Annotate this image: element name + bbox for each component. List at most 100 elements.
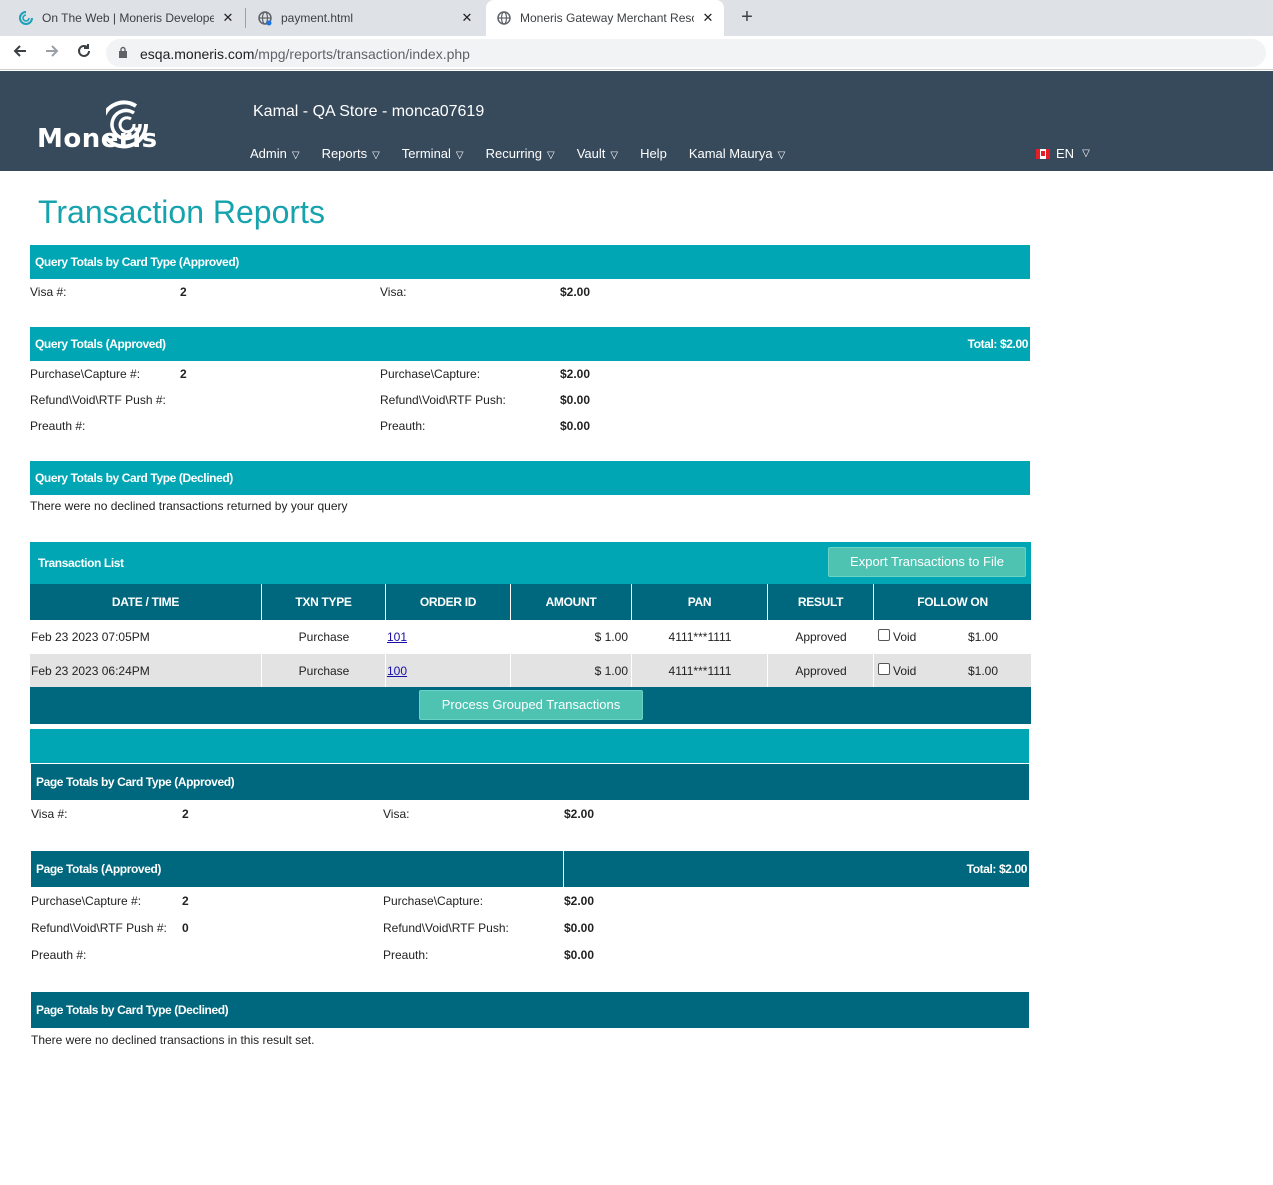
field-label: Visa #: bbox=[31, 807, 68, 821]
nav-vault[interactable]: Vault ▽ bbox=[577, 146, 618, 161]
url-text: esqa.moneris.com/mpg/reports/transaction… bbox=[140, 46, 470, 62]
cell-result: Approved bbox=[795, 629, 847, 644]
logo-text: Moneris bbox=[37, 124, 158, 154]
field-label: Refund\Void\RTF Push: bbox=[380, 393, 506, 407]
section-total: Total: $2.00 bbox=[966, 862, 1028, 876]
export-transactions-button[interactable]: Export Transactions to File bbox=[828, 547, 1026, 577]
section-title: Query Totals by Card Type (Declined) bbox=[35, 471, 233, 485]
column-header[interactable]: RESULT bbox=[768, 584, 874, 620]
nav-label: Admin bbox=[250, 146, 287, 161]
dropdown-triangle-icon: ▽ bbox=[372, 150, 380, 161]
void-checkbox[interactable] bbox=[878, 628, 890, 641]
site-header: Moneris Kamal - QA Store - monca07619 Ad… bbox=[0, 71, 1273, 171]
query-card-declined-header: Query Totals by Card Type (Declined) bbox=[30, 461, 1030, 495]
field-value: 2 bbox=[182, 894, 189, 908]
void-checkbox[interactable] bbox=[878, 662, 890, 675]
table-row: Feb 23 2023 07:05PM Purchase 101 $ 1.00 … bbox=[30, 620, 1031, 653]
cell-pan: 4111***1111 bbox=[668, 629, 732, 644]
void-label: Void bbox=[893, 663, 917, 678]
field-value: $0.00 bbox=[560, 419, 591, 433]
cell-datetime: Feb 23 2023 06:24PM bbox=[31, 663, 150, 678]
void-label: Void bbox=[893, 629, 917, 644]
field-value: $0.00 bbox=[560, 393, 591, 407]
nav-label: Vault bbox=[576, 146, 606, 161]
field-label: Preauth #: bbox=[31, 948, 87, 962]
header-divider bbox=[563, 851, 564, 887]
back-arrow-icon[interactable] bbox=[10, 42, 30, 65]
tab-close-icon[interactable]: ✕ bbox=[459, 10, 475, 26]
globe-icon bbox=[257, 10, 273, 26]
pagination-strip bbox=[30, 729, 1029, 763]
query-card-approved-header: Query Totals by Card Type (Approved) bbox=[30, 245, 1030, 279]
field-label: Preauth #: bbox=[30, 419, 86, 433]
dropdown-triangle-icon: ▽ bbox=[455, 150, 464, 161]
column-header[interactable]: TXN TYPE bbox=[262, 584, 386, 620]
field-value: $2.00 bbox=[564, 807, 595, 821]
cell-order-id: 101 bbox=[386, 620, 407, 653]
field-value: $2.00 bbox=[564, 894, 595, 908]
order-id-link[interactable]: 100 bbox=[387, 664, 407, 678]
table-header: DATE / TIME TXN TYPE ORDER ID AMOUNT PAN… bbox=[30, 584, 1031, 620]
language-selector[interactable]: EN ▽ bbox=[1036, 146, 1090, 161]
column-header[interactable]: ORDER ID bbox=[386, 584, 511, 620]
nav-user-menu[interactable]: Kamal Maurya ▽ bbox=[689, 146, 786, 161]
column-header[interactable]: FOLLOW ON bbox=[874, 584, 1031, 620]
page-totals-approved-header: Page Totals (Approved) Total: $2.00 bbox=[31, 851, 1029, 887]
cell-result: Approved bbox=[795, 663, 847, 678]
tab-close-icon[interactable]: ✕ bbox=[220, 10, 236, 26]
column-header[interactable]: PAN bbox=[632, 584, 768, 620]
column-header[interactable]: AMOUNT bbox=[511, 584, 632, 620]
nav-label: Kamal Maurya bbox=[688, 146, 773, 161]
cell-order-id: 100 bbox=[386, 654, 407, 687]
section-total: Total: $2.00 bbox=[967, 337, 1029, 351]
tab-title: payment.html bbox=[281, 11, 354, 25]
nav-recurring[interactable]: Recurring ▽ bbox=[486, 146, 555, 161]
browser-toolbar: esqa.moneris.com/mpg/reports/transaction… bbox=[0, 36, 1273, 70]
nav-terminal[interactable]: Terminal ▽ bbox=[402, 146, 464, 161]
field-value: $2.00 bbox=[560, 285, 591, 299]
nav-admin[interactable]: Admin ▽ bbox=[250, 146, 300, 161]
lock-icon bbox=[118, 46, 128, 58]
field-value: $0.00 bbox=[564, 948, 595, 962]
reload-icon[interactable] bbox=[74, 42, 94, 65]
globe-icon bbox=[496, 10, 512, 26]
browser-tab-3[interactable]: Moneris Gateway Merchant Reso ✕ bbox=[486, 0, 724, 36]
canada-flag-icon bbox=[1036, 148, 1050, 159]
column-header[interactable]: DATE / TIME bbox=[30, 584, 262, 620]
field-value: 0 bbox=[182, 921, 189, 935]
order-id-link[interactable]: 101 bbox=[387, 630, 407, 644]
forward-arrow-icon[interactable] bbox=[42, 42, 62, 65]
cell-follow-on: Void bbox=[878, 654, 916, 687]
cell-follow-amount: $1.00 bbox=[968, 629, 999, 644]
browser-tab-1[interactable]: On The Web | Moneris Developer ✕ bbox=[10, 0, 244, 36]
section-title: Page Totals by Card Type (Approved) bbox=[36, 775, 235, 789]
field-value: 2 bbox=[180, 285, 187, 299]
process-grouped-button[interactable]: Process Grouped Transactions bbox=[419, 690, 643, 720]
field-label: Refund\Void\RTF Push: bbox=[383, 921, 509, 935]
nav-help[interactable]: Help bbox=[640, 146, 667, 161]
dropdown-triangle-icon: ▽ bbox=[291, 150, 300, 161]
field-label: Visa #: bbox=[30, 285, 67, 299]
cell-follow-amount: $1.00 bbox=[968, 663, 999, 678]
address-bar[interactable]: esqa.moneris.com/mpg/reports/transaction… bbox=[106, 39, 1266, 67]
query-totals-approved-header: Query Totals (Approved) Total: $2.00 bbox=[30, 327, 1030, 361]
main-nav: Admin ▽ Reports ▽ Terminal ▽ Recurring ▽ Vau… bbox=[250, 146, 807, 161]
cell-amount: $ 1.00 bbox=[594, 663, 628, 678]
field-label: Purchase\Capture #: bbox=[30, 367, 141, 381]
store-title: Kamal - QA Store - monca07619 bbox=[253, 103, 485, 120]
nav-label: Help bbox=[640, 146, 667, 161]
new-tab-icon[interactable]: + bbox=[737, 6, 757, 29]
table-row: Feb 23 2023 06:24PM Purchase 100 $ 1.00 … bbox=[30, 654, 1031, 687]
url-host: esqa.moneris.com bbox=[140, 46, 255, 62]
browser-tab-2[interactable]: payment.html ✕ bbox=[249, 0, 483, 36]
page-card-declined-header: Page Totals by Card Type (Declined) bbox=[31, 992, 1029, 1028]
language-label: EN bbox=[1056, 146, 1075, 161]
cell-amount: $ 1.00 bbox=[594, 629, 628, 644]
dropdown-triangle-icon: ▽ bbox=[1082, 148, 1090, 159]
field-label: Preauth: bbox=[380, 419, 426, 433]
field-label: Visa: bbox=[383, 807, 410, 821]
section-title: Query Totals by Card Type (Approved) bbox=[35, 255, 239, 269]
browser-tab-bar: On The Web | Moneris Developer ✕ payment… bbox=[0, 0, 1273, 36]
nav-reports[interactable]: Reports ▽ bbox=[322, 146, 380, 161]
tab-close-icon[interactable]: ✕ bbox=[700, 10, 716, 26]
